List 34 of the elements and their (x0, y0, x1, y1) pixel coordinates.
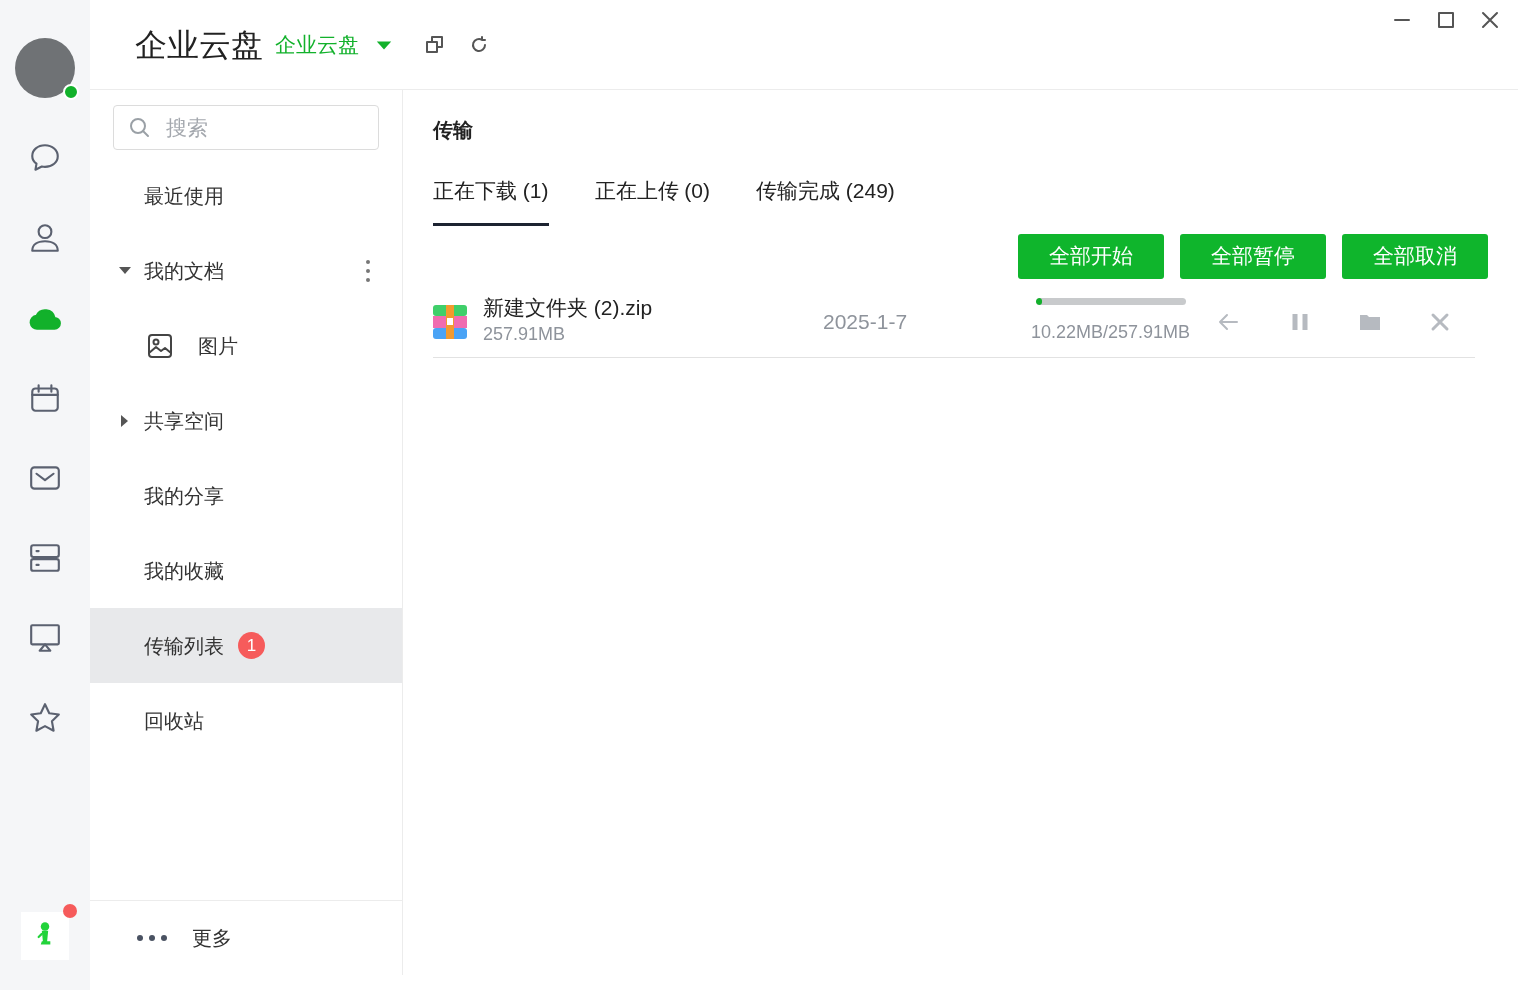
tab[interactable]: 传输完成 (249) (756, 153, 895, 226)
sidebar-item[interactable]: 传输列表 1 (90, 608, 402, 683)
refresh-icon[interactable] (469, 34, 489, 55)
screen-share-icon[interactable] (28, 621, 62, 655)
more-dots-icon[interactable] (136, 934, 168, 942)
tab[interactable]: 正在下载 (1) (433, 153, 549, 226)
more-menu-item[interactable]: 更多 (192, 923, 232, 953)
count-badge: 1 (238, 632, 265, 659)
sidebar-item[interactable]: 图片 (90, 308, 402, 383)
sidebar-item[interactable]: 我的收藏 (90, 533, 402, 608)
sidebar-item[interactable]: 回收站 (90, 683, 402, 758)
calendar-icon[interactable] (28, 381, 62, 415)
popout-window-icon[interactable] (425, 34, 445, 55)
file-name: 新建文件夹 (2).zip (483, 295, 654, 321)
file-size: 257.91MB (483, 322, 567, 346)
page-title: 传输 (433, 118, 474, 143)
search-icon (129, 117, 151, 139)
sidebar-item[interactable]: 我的文档 (90, 233, 402, 308)
more-vertical-icon[interactable] (364, 258, 372, 283)
star-icon[interactable] (28, 701, 62, 735)
sidebar-item[interactable]: 共享空间 (90, 383, 402, 458)
file-date: 2025-1-7 (823, 308, 909, 335)
archive-file-icon (433, 304, 467, 339)
tab[interactable]: 正在上传 (0) (594, 153, 710, 226)
person-icon[interactable] (28, 221, 62, 255)
search-field[interactable]: 搜索 (113, 105, 379, 150)
close-icon[interactable] (1480, 10, 1500, 30)
sidebar-item[interactable]: 最近使用 (90, 158, 402, 233)
app-title: 企业云盘 (135, 25, 263, 65)
maximize-icon[interactable] (1436, 10, 1456, 30)
progress-reading: 10.22MB/257.91MB (1029, 320, 1192, 344)
image-icon (146, 331, 174, 360)
sidebar-item[interactable]: 我的分享 (90, 458, 402, 533)
server-icon[interactable] (28, 541, 62, 575)
